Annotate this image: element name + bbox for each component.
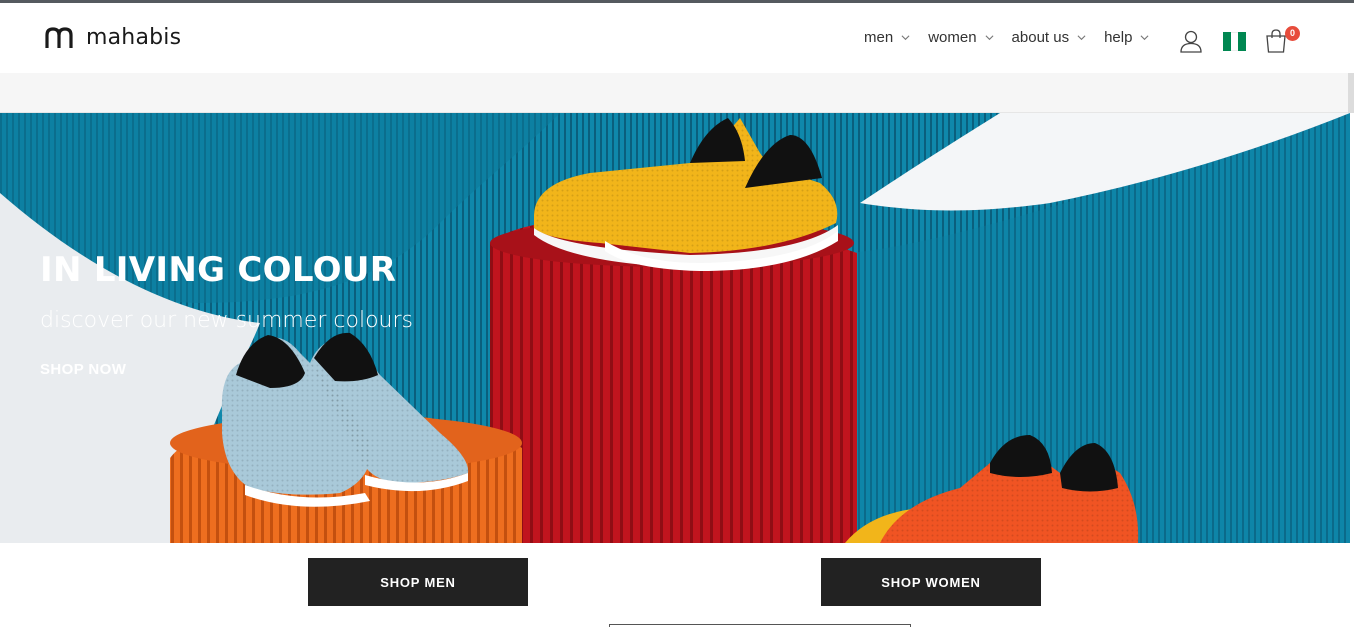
nav-item-men[interactable]: men	[864, 29, 910, 46]
nav-item-label: men	[864, 29, 894, 46]
mahabis-logo-icon	[45, 26, 73, 48]
nav-item-label: help	[1104, 29, 1133, 46]
shop-men-button[interactable]: SHOP MEN	[308, 558, 528, 606]
nav-item-about-us[interactable]: about us	[1012, 29, 1087, 46]
announcement-bar	[0, 73, 1354, 113]
nav-item-women[interactable]: women	[928, 29, 994, 46]
nigeria-flag-icon[interactable]	[1223, 32, 1246, 51]
chevron-down-icon	[1140, 35, 1149, 41]
main-nav: men women about us help	[864, 29, 1167, 46]
nav-item-help[interactable]: help	[1104, 29, 1149, 46]
chevron-down-icon	[901, 35, 910, 41]
chevron-down-icon	[985, 35, 994, 41]
shop-women-button[interactable]: SHOP WOMEN	[821, 558, 1041, 606]
cart-count-badge: 0	[1285, 26, 1300, 41]
hero-subtitle: discover our new summer colours	[40, 308, 414, 333]
chevron-down-icon	[1077, 35, 1086, 41]
user-icon[interactable]	[1180, 30, 1202, 53]
nav-item-label: about us	[1011, 29, 1070, 46]
brand-logo-link[interactable]: mahabis	[44, 25, 181, 50]
shop-now-link[interactable]: SHOP NOW	[40, 361, 126, 378]
nav-item-label: women	[928, 29, 977, 46]
shopping-bag-icon[interactable]	[1265, 29, 1287, 53]
hero-banner[interactable]: IN LIVING COLOUR discover our new summer…	[0, 113, 1350, 543]
scrollbar[interactable]	[1348, 73, 1354, 113]
site-header: mahabis men women about us help 0	[0, 3, 1354, 73]
hero-title: IN LIVING COLOUR	[40, 250, 397, 290]
brand-name: mahabis	[86, 25, 182, 50]
